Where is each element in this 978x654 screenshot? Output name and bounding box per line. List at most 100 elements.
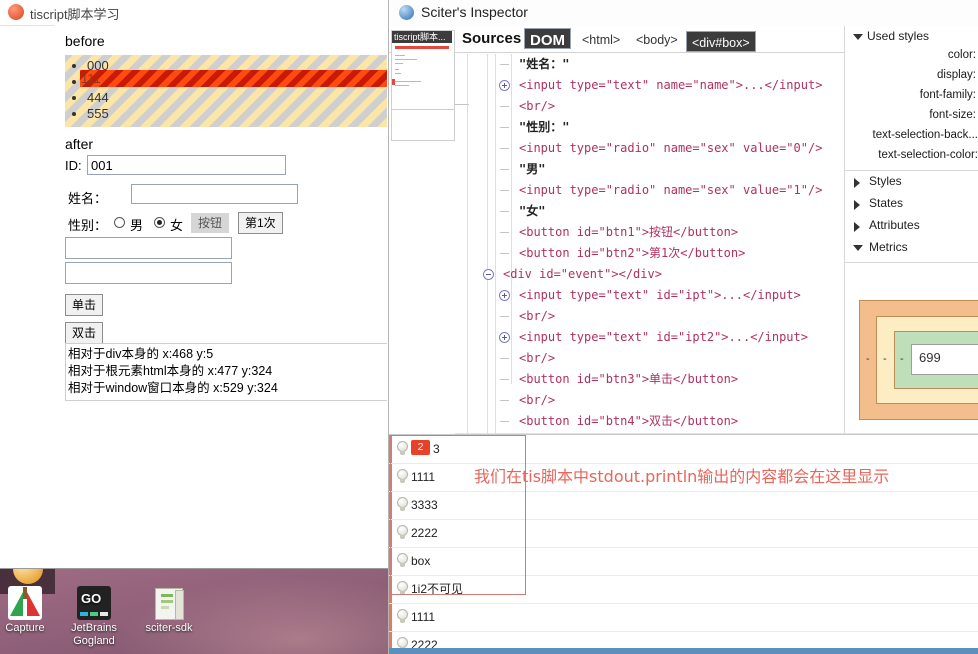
chevron-down-icon[interactable] (853, 245, 863, 251)
list-item-highlight-label: 111 (81, 71, 101, 86)
list-item-highlight-overlay: 111 (80, 70, 387, 87)
gogland-icon: GO (77, 586, 111, 620)
button-times[interactable]: 第1次 (238, 212, 283, 234)
app-title-bar: tiscript脚本学习 (0, 0, 388, 26)
radio-male[interactable] (114, 217, 125, 228)
console-selection-outline (390, 435, 526, 595)
coord-line: 相对于window窗口本身的 x:529 y:324 (68, 381, 278, 395)
desktop-icon-sciter-sdk[interactable]: sciter-sdk (126, 586, 212, 635)
dom-row[interactable]: <br/> (519, 351, 555, 365)
before-list-box: 000 111 444 555 (65, 55, 387, 127)
source-thumbnail-panel-2[interactable] (391, 110, 455, 141)
expander-plus-icon[interactable] (499, 332, 510, 343)
expander-minus-icon[interactable] (483, 269, 494, 280)
radio-male-label: 男 (130, 218, 144, 233)
button-dblclick[interactable]: 双击 (65, 322, 104, 344)
dom-row[interactable]: <button id="btn2">第1次</button> (519, 246, 745, 260)
dom-row[interactable]: <br/> (519, 99, 555, 113)
desktop-icon-label: JetBrains Gogland (71, 622, 117, 647)
metrics-padding-value: - (900, 353, 904, 365)
breadcrumb-html[interactable]: <html> (577, 31, 625, 49)
box-model-diagram: - - - 699 (859, 300, 978, 420)
dom-row[interactable]: <div id="event"></div> (503, 267, 662, 281)
chevron-right-icon[interactable] (854, 178, 860, 188)
console-text: 1111 (411, 610, 436, 624)
breadcrumb-div-box[interactable]: <div#box> (686, 31, 756, 52)
dom-row[interactable]: "性别：" (519, 120, 569, 134)
section-metrics[interactable]: Metrics (869, 240, 908, 254)
desktop-icon-label: sciter-sdk (145, 622, 193, 634)
used-styles-label: Used styles (867, 29, 930, 43)
dom-row[interactable]: <input type="radio" name="sex" value="0"… (519, 141, 822, 155)
chevron-right-icon[interactable] (854, 222, 860, 232)
dom-row[interactable]: <input type="text" id="ipt2">...</input> (519, 330, 808, 344)
breadcrumb-body[interactable]: <body> (631, 31, 683, 49)
inspector-bottom-edge (389, 648, 978, 654)
input-ipt[interactable] (65, 237, 232, 259)
coord-line: 相对于根元素html本身的 x:477 y:324 (68, 364, 273, 378)
style-prop: font-size: (929, 109, 976, 121)
dom-row[interactable]: <input type="radio" name="sex" value="1"… (519, 183, 822, 197)
style-prop: text-selection-color: (878, 149, 978, 161)
folder-icon (152, 586, 186, 620)
source-thumb-bar (395, 46, 449, 49)
sciter-inspector-window: Sciter's Inspector Sources DOM <html> <b… (388, 0, 978, 654)
console-panel[interactable]: 2 3 1111 3333 2222 box 1i2不可见 1111 2222 … (389, 434, 978, 654)
app-content: before 000 111 444 555 111 after ID: 姓名：… (55, 25, 388, 568)
dom-row[interactable]: <input type="text" name="name">...</inpu… (519, 78, 822, 92)
source-thumbnail-panel[interactable]: tiscript脚本... (391, 30, 455, 110)
dom-row[interactable]: <button id="btn1">按钮</button> (519, 225, 738, 239)
dom-tree-panel[interactable]: "姓名：" <input type="text" name="name">...… (455, 54, 907, 433)
expander-plus-icon[interactable] (499, 80, 510, 91)
heading-after: after (65, 136, 94, 152)
section-attributes[interactable]: Attributes (869, 218, 920, 232)
section-states[interactable]: States (869, 196, 903, 210)
coord-line: 相对于div本身的 x:468 y:5 (68, 347, 214, 361)
button-anniu[interactable]: 按钮 (191, 213, 230, 233)
name-input[interactable] (131, 184, 298, 204)
metrics-margin-value: - (866, 353, 870, 365)
inspector-title-bar: Sciter's Inspector (389, 0, 978, 27)
list-item[interactable]: 555 (87, 106, 387, 122)
tab-sources[interactable]: Sources (457, 28, 526, 49)
capture-icon (8, 586, 42, 620)
dom-row[interactable]: <br/> (519, 393, 555, 407)
chevron-down-icon[interactable] (853, 34, 863, 40)
desktop-icon-gogland[interactable]: GO JetBrains Gogland (51, 586, 137, 648)
dom-row[interactable]: <br/> (519, 309, 555, 323)
app-title-text: tiscript脚本学习 (30, 7, 120, 22)
source-thumbnail-label: tiscript脚本... (392, 31, 452, 43)
radio-female[interactable] (154, 217, 165, 228)
before-list: 000 111 444 555 (65, 55, 387, 122)
style-prop: text-selection-back... (872, 129, 978, 141)
input-ipt2[interactable] (65, 262, 232, 284)
expander-plus-icon[interactable] (499, 290, 510, 301)
dom-row[interactable]: <input type="text" id="ipt">...</input> (519, 288, 801, 302)
radio-female-label: 女 (170, 218, 184, 233)
app-logo-icon (8, 4, 24, 20)
id-input[interactable] (87, 155, 286, 175)
dom-row[interactable]: <button id="btn3">单击</button> (519, 372, 738, 386)
console-annotation-text: 我们在tis脚本中stdout.println输出的内容都会在这里显示 (474, 467, 890, 486)
sex-label: 性别： (68, 218, 108, 233)
tiscript-app-window: tiscript脚本学习 before 000 111 444 555 111 … (0, 0, 388, 568)
section-styles[interactable]: Styles (869, 174, 902, 188)
bulb-icon (397, 609, 408, 624)
heading-before: before (65, 33, 105, 49)
console-row[interactable]: 1111 (389, 603, 978, 632)
dom-row[interactable]: "姓名：" (519, 57, 569, 71)
name-label: 姓名： (68, 191, 108, 206)
style-prop: color: (947, 49, 976, 61)
dom-row[interactable]: <button id="btn4">双击</button> (519, 414, 738, 428)
styles-panel: Used styles color: display: font-family:… (844, 26, 978, 433)
tab-dom[interactable]: DOM (524, 28, 571, 49)
list-item[interactable]: 444 (87, 90, 387, 106)
sciter-logo-icon (399, 5, 414, 20)
button-click[interactable]: 单击 (65, 294, 104, 316)
inspector-title-text: Sciter's Inspector (421, 4, 528, 20)
style-prop: font-family: (919, 89, 976, 101)
dom-row[interactable]: "女" (519, 204, 545, 218)
chevron-right-icon[interactable] (854, 200, 860, 210)
dom-row[interactable]: "男" (519, 162, 545, 176)
style-prop: display: (937, 69, 976, 81)
